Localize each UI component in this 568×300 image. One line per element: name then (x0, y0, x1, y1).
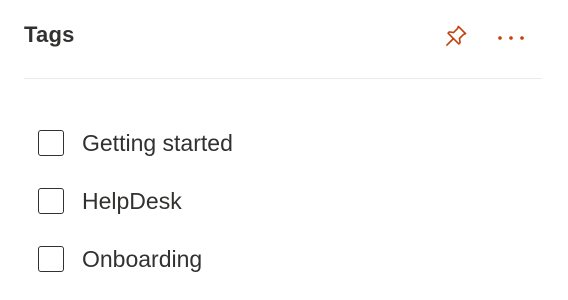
tag-checkbox-helpdesk[interactable] (38, 188, 64, 214)
tags-panel: Tags Getting started HelpDesk Onboarding (0, 0, 568, 300)
tag-label-helpdesk: HelpDesk (82, 187, 182, 214)
tag-checkbox-getting-started[interactable] (38, 130, 64, 156)
pin-icon (443, 23, 469, 54)
tag-item-onboarding[interactable]: Onboarding (38, 230, 538, 288)
more-options-button[interactable] (494, 22, 528, 54)
tag-item-getting-started[interactable]: Getting started (38, 114, 538, 172)
tag-label-getting-started: Getting started (82, 129, 233, 156)
tag-item-helpdesk[interactable]: HelpDesk (38, 172, 538, 230)
tag-list: Getting started HelpDesk Onboarding (38, 114, 538, 288)
panel-header: Tags (24, 0, 542, 79)
more-horizontal-icon (496, 29, 526, 47)
tag-checkbox-onboarding[interactable] (38, 246, 64, 272)
tag-label-onboarding: Onboarding (82, 245, 203, 272)
panel-title: Tags (24, 22, 75, 47)
pin-button[interactable] (440, 22, 472, 54)
